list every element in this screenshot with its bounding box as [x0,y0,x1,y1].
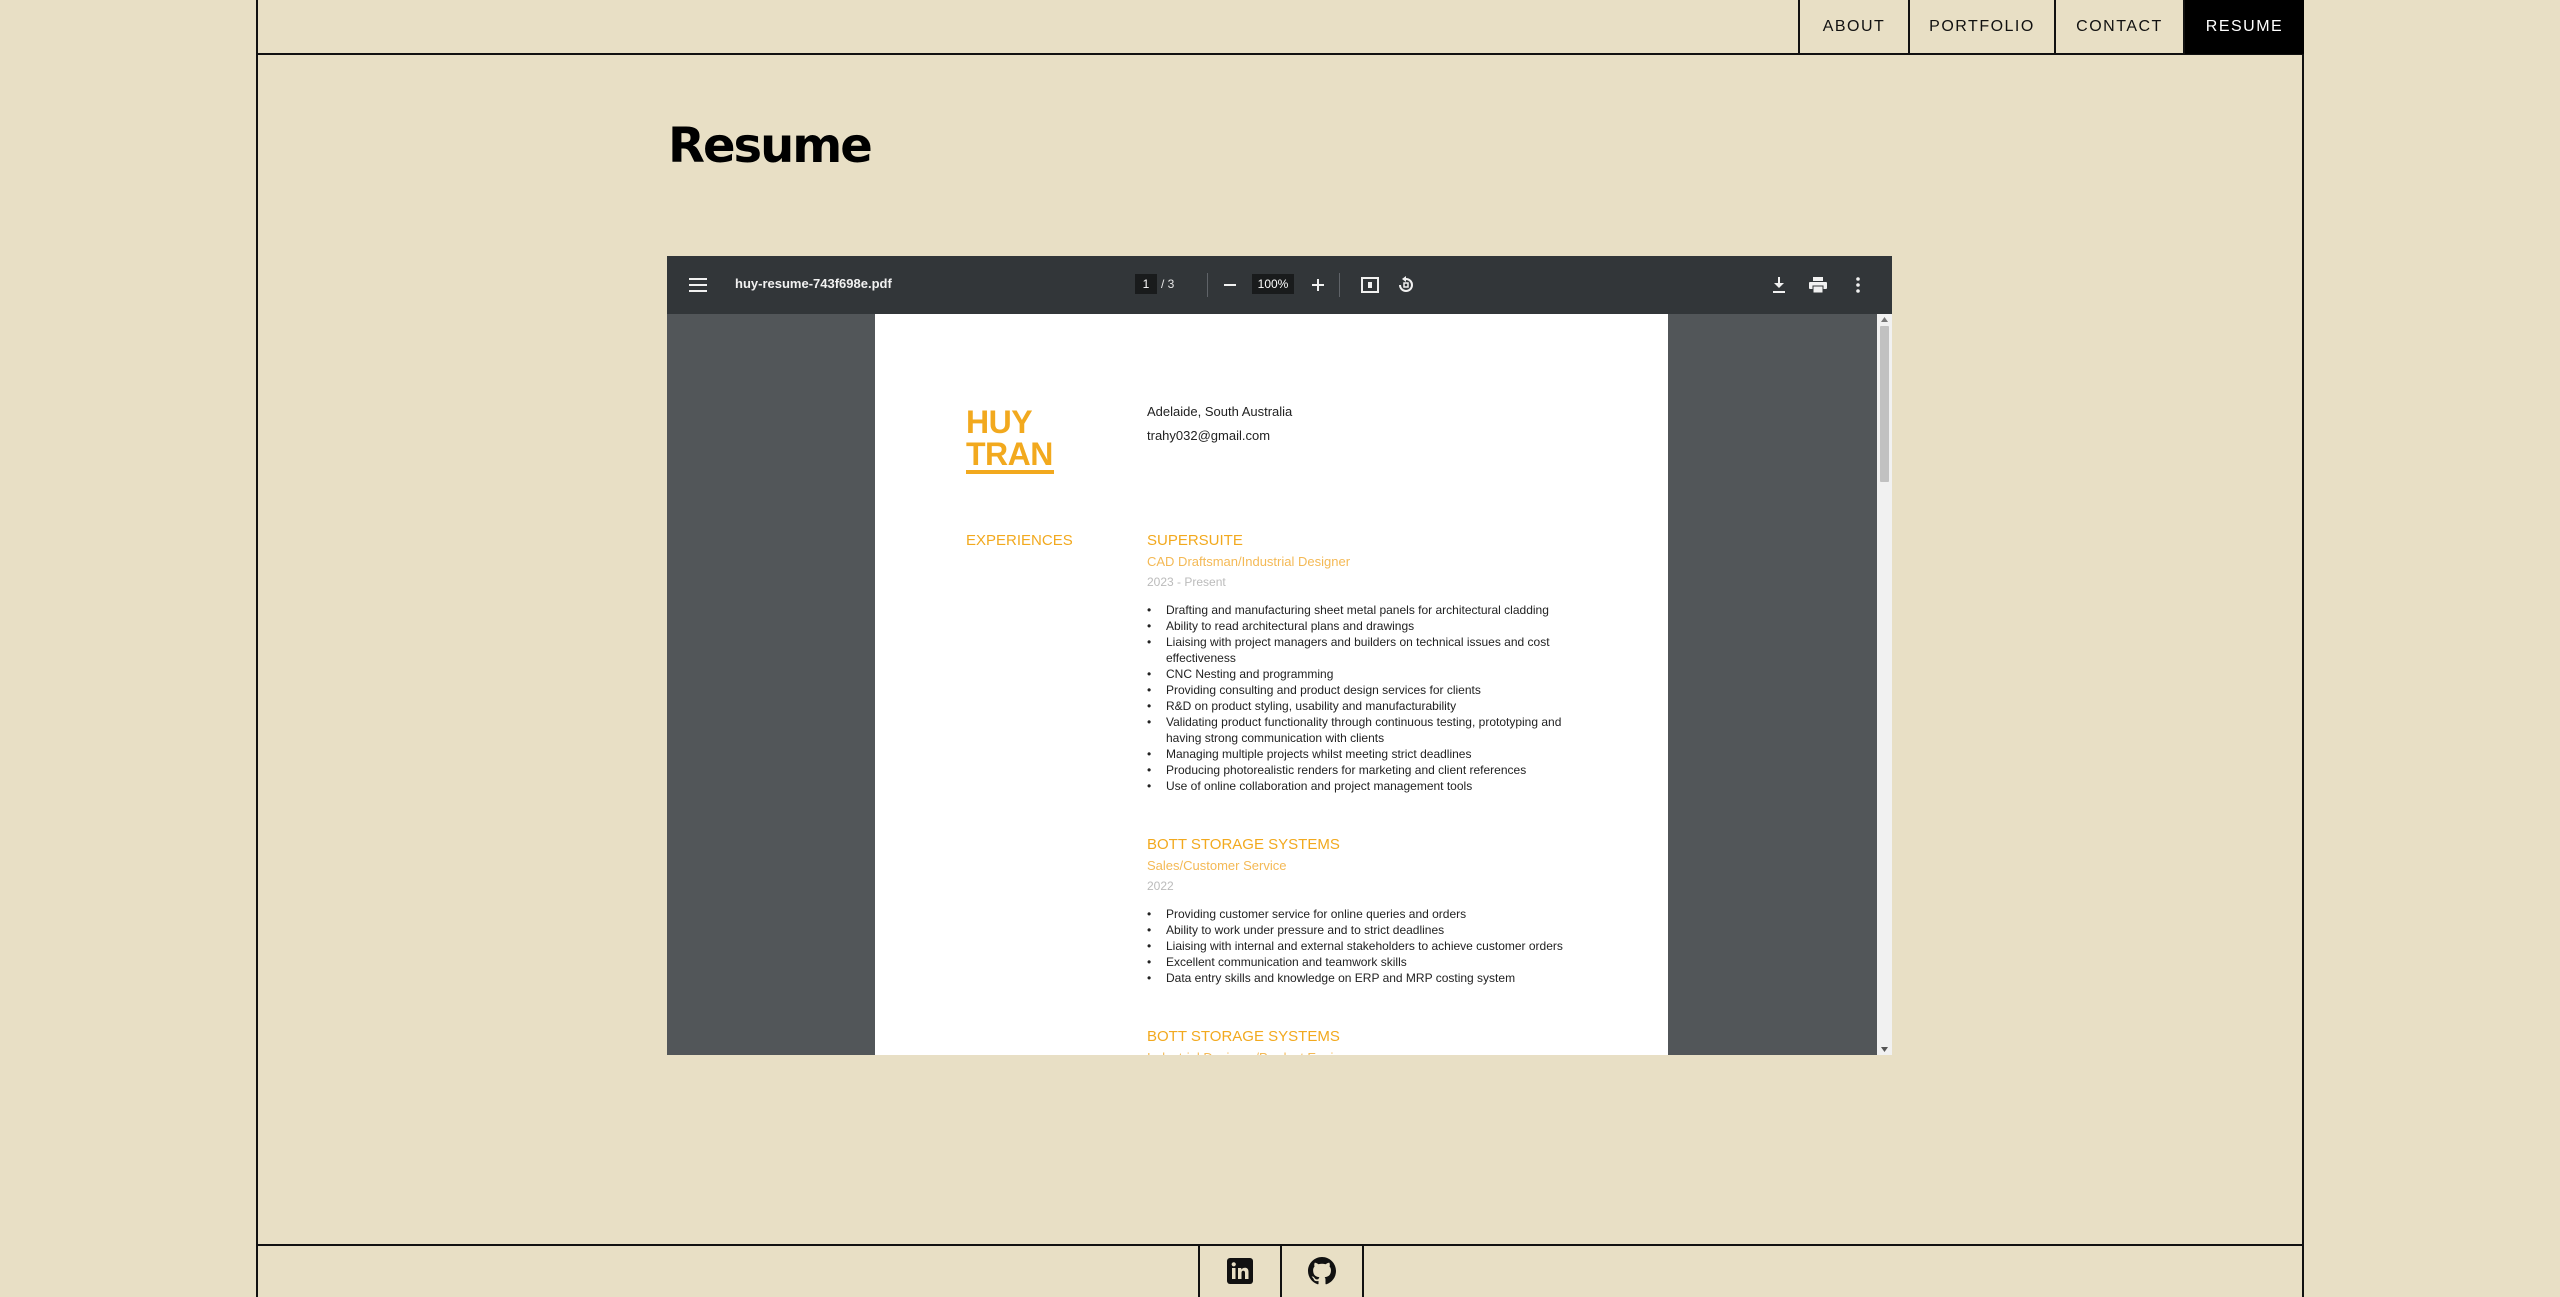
list-item: Excellent communication and teamwork ski… [1147,954,1567,970]
job-role: CAD Draftsman/Industrial Designer [1147,554,1351,569]
print-icon[interactable] [1807,274,1829,296]
resume-first-name: HUY [966,404,1033,440]
list-item: R&D on product styling, usability and ma… [1147,698,1567,714]
pdf-toolbar: huy-resume-743f698e.pdf 1 / 3 100% [667,256,1892,314]
nav-resume[interactable]: RESUME [2183,0,2304,54]
linkedin-link[interactable] [1198,1245,1280,1297]
pdf-scrollbar[interactable] [1877,314,1892,1055]
page-title: Resume [668,118,873,174]
list-item: Ability to read architectural plans and … [1147,618,1567,634]
resume-location: Adelaide, South Australia [1147,404,1293,419]
github-link[interactable] [1280,1245,1364,1297]
scroll-down-arrow-icon[interactable] [1881,1047,1888,1052]
list-item: Drafting and manufacturing sheet metal p… [1147,602,1567,618]
section-title: EXPERIENCES [966,532,1073,549]
list-item: Providing customer service for online qu… [1147,906,1567,922]
rotate-icon[interactable] [1395,274,1417,296]
resume-name: HUY TRAN [966,406,1053,470]
more-vert-icon[interactable] [1847,274,1869,296]
job-bullets: Drafting and manufacturing sheet metal p… [1147,602,1567,794]
job-years: 2022 [1147,879,1174,893]
nav-about[interactable]: ABOUT [1798,0,1908,54]
list-item: Liaising with internal and external stak… [1147,938,1567,954]
list-item: Use of online collaboration and project … [1147,778,1567,794]
pdf-page: HUY TRAN Adelaide, South Australia trahy… [875,314,1668,1055]
pdf-filename: huy-resume-743f698e.pdf [735,276,892,291]
list-item: Liaising with project managers and build… [1147,634,1567,666]
name-underline [966,470,1054,474]
social-links [1198,1245,1364,1297]
job-role: Industrial Designer/Product Engineer [1147,1050,1359,1055]
scrollbar-thumb[interactable] [1880,326,1889,482]
resume-last-name: TRAN [966,436,1053,472]
page-number-input[interactable]: 1 [1135,274,1157,294]
main-nav: ABOUT PORTFOLIO CONTACT RESUME [1798,0,2304,54]
list-item: Providing consulting and product design … [1147,682,1567,698]
download-icon[interactable] [1768,274,1790,296]
job-company: SUPERSUITE [1147,532,1243,549]
resume-email[interactable]: trahy032@gmail.com [1147,428,1270,443]
list-item: Validating product functionality through… [1147,714,1567,746]
page-count: / 3 [1161,277,1175,291]
list-item: Managing multiple projects whilst meetin… [1147,746,1567,762]
scroll-up-arrow-icon[interactable] [1881,317,1888,322]
linkedin-icon [1227,1258,1253,1284]
toolbar-divider [1339,273,1340,297]
job-company: BOTT STORAGE SYSTEMS [1147,836,1340,853]
nav-contact[interactable]: CONTACT [2054,0,2183,54]
pdf-viewer[interactable]: huy-resume-743f698e.pdf 1 / 3 100% HUY T… [667,256,1892,1055]
zoom-input[interactable]: 100% [1252,274,1294,294]
zoom-out-icon[interactable] [1219,274,1241,296]
job-bullets: Providing customer service for online qu… [1147,906,1567,986]
job-company: BOTT STORAGE SYSTEMS [1147,1028,1340,1045]
list-item: CNC Nesting and programming [1147,666,1567,682]
job-years: 2023 - Present [1147,575,1226,589]
list-item: Producing photorealistic renders for mar… [1147,762,1567,778]
job-role: Sales/Customer Service [1147,858,1287,873]
list-item: Data entry skills and knowledge on ERP a… [1147,970,1567,986]
menu-icon[interactable] [687,274,709,296]
fit-page-icon[interactable] [1359,274,1381,296]
zoom-in-icon[interactable] [1307,274,1329,296]
toolbar-divider [1207,273,1208,297]
nav-portfolio[interactable]: PORTFOLIO [1908,0,2054,54]
list-item: Ability to work under pressure and to st… [1147,922,1567,938]
github-icon [1308,1257,1336,1285]
